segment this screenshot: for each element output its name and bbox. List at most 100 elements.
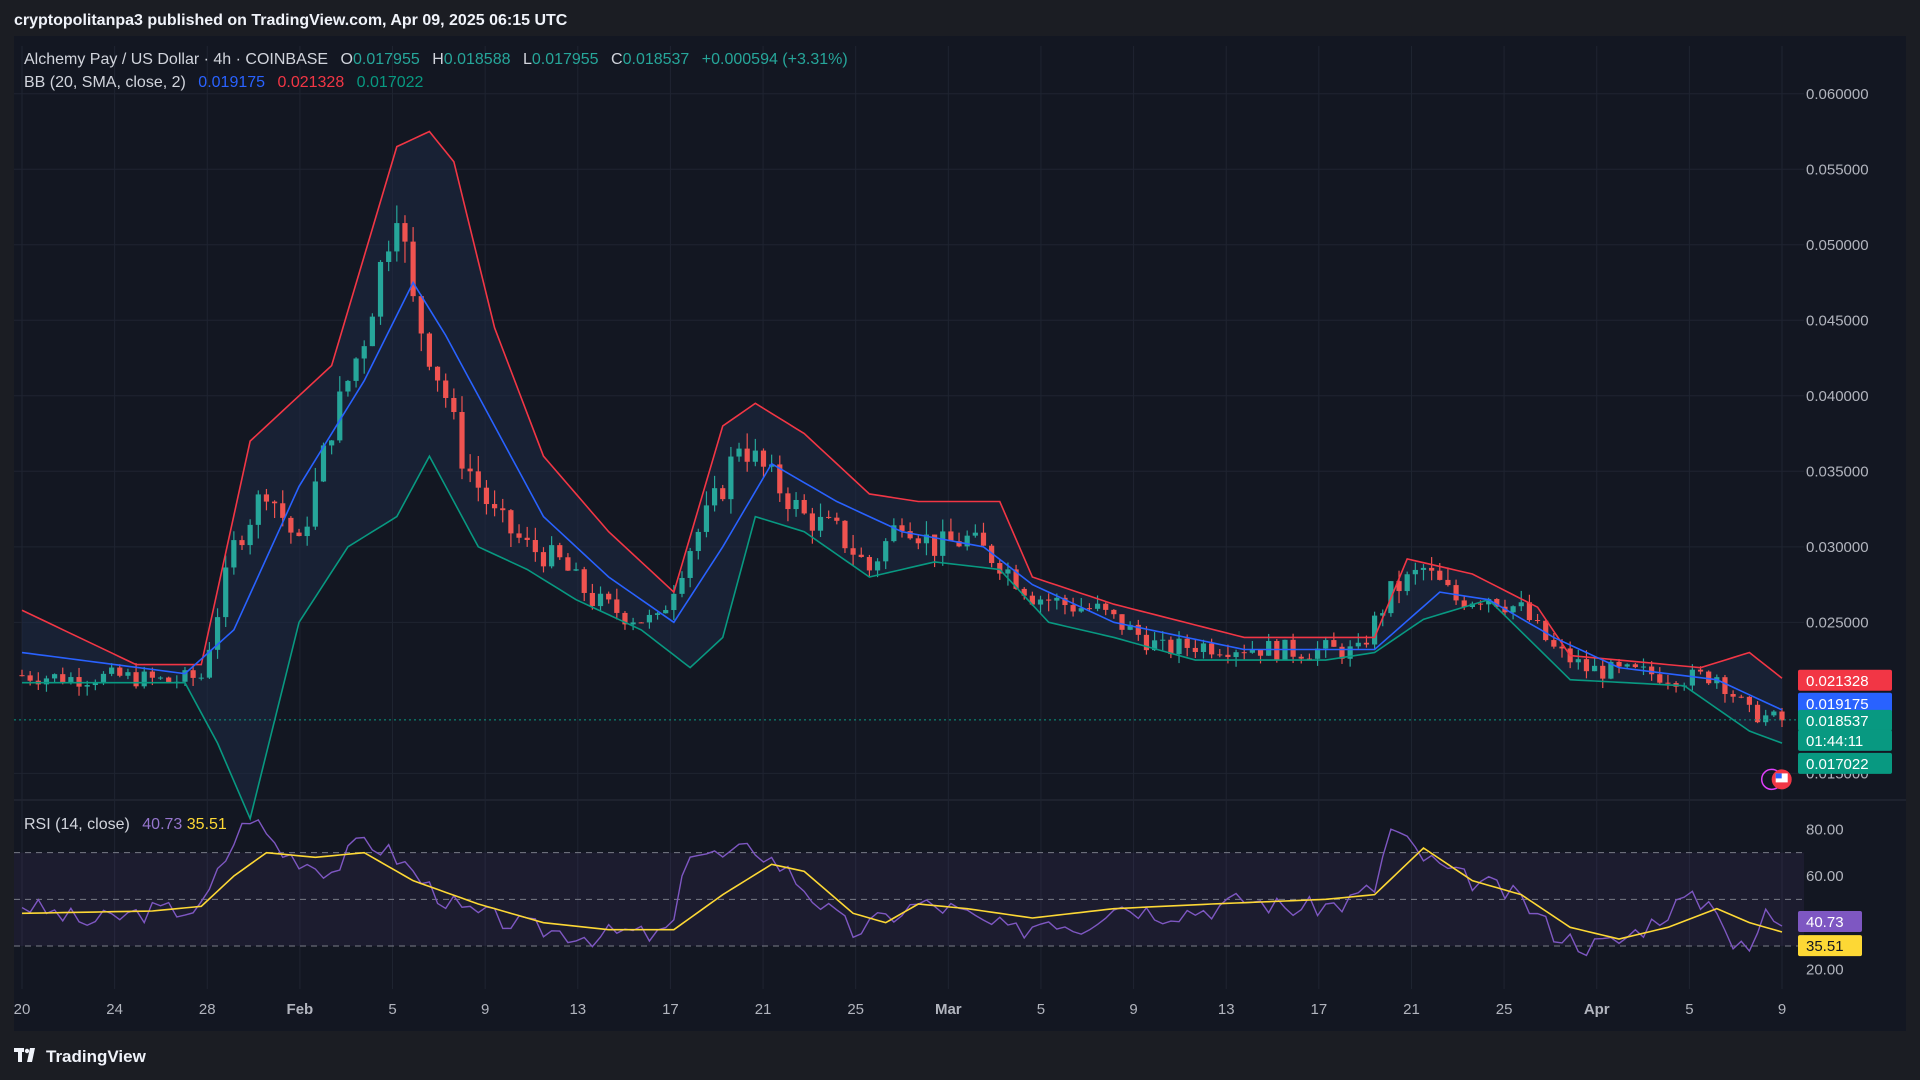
x-tick-label: Feb (287, 1001, 314, 1018)
candle-body (842, 520, 848, 549)
candle-body (760, 450, 767, 467)
candle-body (231, 540, 237, 568)
candle-body (1697, 669, 1704, 672)
candle-body (573, 569, 579, 571)
candle-body (288, 517, 294, 533)
candle-body (809, 513, 815, 531)
candle-body (1192, 647, 1198, 653)
tradingview-footer: TradingView (14, 1046, 146, 1068)
candle-body (239, 540, 245, 546)
candle-body (1371, 615, 1378, 645)
price-label: 0.021328 (1806, 673, 1869, 690)
y-tick-label: 0.055000 (1806, 161, 1869, 178)
candle-body (1225, 654, 1231, 658)
candle-body (597, 593, 604, 607)
candle-body (1086, 608, 1093, 610)
rsi-ma-value: 35.51 (186, 816, 227, 833)
x-tick-label: 21 (1403, 1001, 1420, 1018)
candle-body (1103, 603, 1109, 610)
candle-body (312, 481, 318, 527)
candle-body (1119, 614, 1125, 630)
bb-upper-value: 0.021328 (277, 74, 345, 91)
candle-body (84, 685, 90, 687)
rsi-value-label: 40.73 (1806, 914, 1844, 931)
candle-body (1665, 682, 1671, 684)
candle-body (1763, 715, 1769, 723)
candle-body (532, 540, 538, 553)
candle-body (646, 614, 653, 623)
candle-body (157, 677, 164, 679)
candle-body (695, 531, 701, 552)
candle-body (141, 671, 147, 687)
tradingview-logo-icon (14, 1047, 40, 1067)
candle-body (1649, 666, 1655, 675)
candle-body (109, 667, 115, 674)
candle-body (1070, 605, 1076, 612)
candle-body (263, 494, 270, 502)
bb-lower-value: 0.017022 (356, 74, 424, 91)
chart-svg[interactable]: 0.060000 0.055000 0.050000 0.045000 0.040000… (14, 36, 1906, 1031)
candle-body (451, 397, 457, 413)
candle-body (1518, 602, 1524, 607)
bb-legend: BB (20, SMA, close, 2) 0.019175 0.021328… (24, 74, 423, 92)
candle-body (874, 561, 881, 571)
bb-basis-value: 0.019175 (198, 74, 266, 91)
candle-body (1143, 634, 1150, 651)
candle-body (1738, 696, 1744, 698)
x-tick-label: 9 (481, 1001, 489, 1018)
candle-body (508, 510, 514, 534)
candle-body (785, 493, 791, 510)
candle-body (92, 683, 98, 686)
candle-body (1730, 694, 1736, 697)
candle-body (369, 316, 375, 347)
rsi-legend: RSI (14, close) 40.73 35.51 (24, 816, 227, 834)
candle-body (1591, 665, 1598, 672)
x-tick-label: 9 (1778, 1001, 1786, 1018)
candle-body (1054, 597, 1060, 601)
candle-body (418, 296, 424, 334)
chart-area[interactable]: 0.060000 0.055000 0.050000 0.045000 0.040000… (14, 36, 1906, 1031)
candle-body (166, 677, 172, 683)
candle-body (271, 501, 278, 504)
price-label: 01:44:11 (1806, 733, 1863, 750)
candle-body (255, 494, 261, 525)
candle-body (1477, 603, 1484, 605)
candle-body (630, 622, 636, 625)
x-tick-label: 28 (199, 1001, 216, 1018)
candle-body (1005, 569, 1011, 574)
high-value: 0.018588 (443, 51, 511, 68)
x-tick-label: 5 (1685, 1001, 1693, 1018)
y-tick-label: 0.025000 (1806, 614, 1869, 631)
candle-body (443, 380, 449, 398)
x-tick-label: 20 (14, 1001, 30, 1018)
candle-body (1429, 567, 1435, 571)
x-tick-label: 17 (1310, 1001, 1327, 1018)
candle-body (1363, 642, 1370, 645)
y-tick-label: 0.060000 (1806, 86, 1869, 103)
candle-body (1526, 602, 1533, 621)
y-tick-label: 0.035000 (1806, 463, 1869, 480)
candle-body (1209, 643, 1215, 655)
candle-body (565, 557, 571, 571)
candle-body (1453, 585, 1459, 601)
candle-body (1624, 664, 1630, 667)
candle-body (133, 672, 139, 687)
candle-body (663, 610, 669, 614)
candle-body (980, 532, 987, 546)
candle-body (475, 471, 481, 488)
candle-body (1771, 711, 1777, 716)
candle-body (329, 440, 335, 446)
candle-body (866, 557, 873, 571)
candle-body (1094, 603, 1101, 609)
x-tick-label: 13 (569, 1001, 586, 1018)
x-tick-label: 17 (662, 1001, 679, 1018)
candle-body (671, 593, 677, 611)
candle-body (744, 448, 750, 462)
candle-body (1746, 696, 1753, 705)
candle-body (1510, 606, 1516, 613)
x-tick-label: 21 (755, 1001, 772, 1018)
candle-body (198, 677, 204, 679)
candle-body (752, 450, 758, 462)
candle-body (524, 537, 530, 541)
candle-body (1600, 665, 1606, 679)
